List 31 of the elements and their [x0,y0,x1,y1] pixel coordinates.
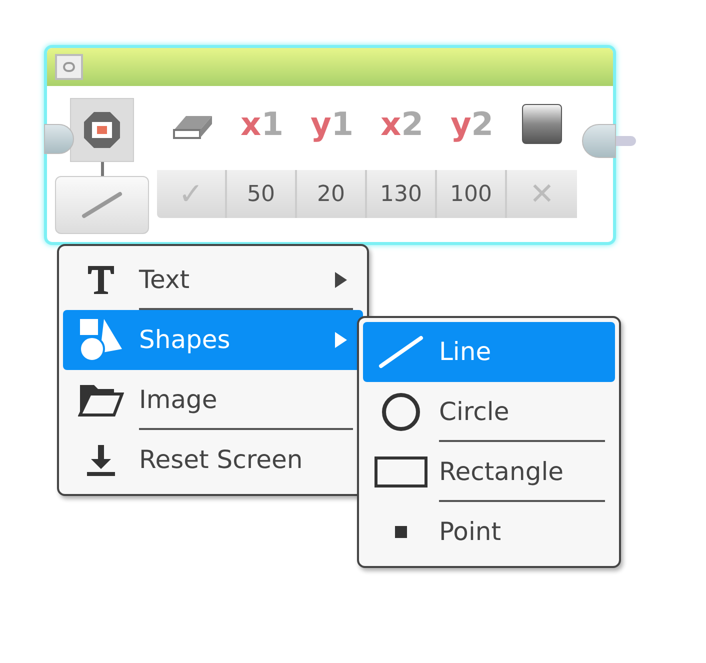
download-icon [85,443,117,477]
text-icon [86,264,116,296]
circle-icon [380,391,422,433]
display-brick-icon [70,98,134,162]
parameter-label: x1 [240,108,284,140]
input-connector [44,124,74,154]
parameter-label: x2 [380,108,424,140]
parameter-value[interactable]: 50 [227,170,297,218]
shapes-icon [78,317,124,363]
parameter-value[interactable]: 20 [297,170,367,218]
rectangle-icon [374,456,428,488]
parameter-label: y2 [450,108,494,140]
folder-icon [78,383,124,417]
menu-item[interactable]: Shapes [63,310,363,370]
line-icon [80,190,124,220]
menu-item[interactable]: Reset Screen [63,430,363,490]
programming-block[interactable]: x1 y1 x2 y2 ✓ 50 20 130 100 ✕ [44,45,616,245]
color-swatch-icon [522,104,562,144]
parameter-value[interactable]: 100 [437,170,507,218]
menu-item[interactable]: Point [363,502,615,562]
menu-item[interactable]: Text [63,250,363,310]
menu-item[interactable]: Rectangle [363,442,615,502]
parameter-value[interactable]: 130 [367,170,437,218]
parameter-label: y1 [310,108,354,140]
menu-item[interactable]: Line [363,322,615,382]
point-icon [395,526,407,538]
menu-item[interactable]: Image [63,370,363,430]
line-icon [377,334,425,370]
mode-button[interactable] [55,176,149,234]
block-settings-icon[interactable] [55,54,83,80]
menu-item[interactable]: Circle [363,382,615,442]
